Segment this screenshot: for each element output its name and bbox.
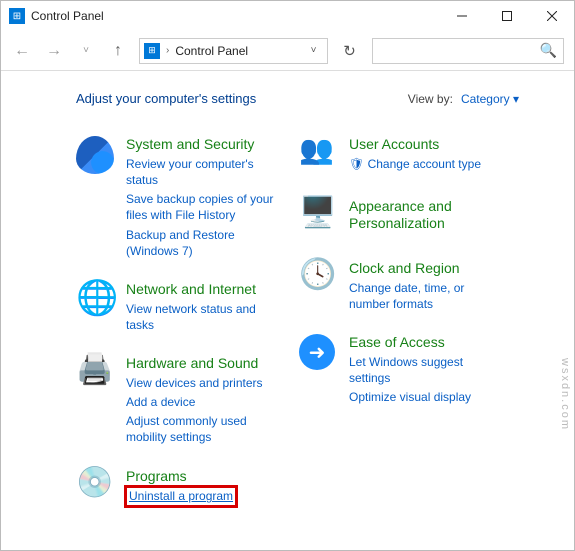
control-panel-small-icon: ⊞ — [144, 43, 160, 59]
view-by-control[interactable]: View by: Category ▾ — [408, 92, 519, 106]
view-by-value[interactable]: Category ▾ — [461, 92, 519, 106]
clock-icon: 🕓 — [299, 260, 339, 300]
category-programs: 💿 Programs Uninstall a program — [76, 468, 281, 508]
system-security-link[interactable]: System and Security — [126, 136, 281, 153]
uninstall-program-link[interactable]: Uninstall a program — [126, 487, 236, 505]
hardware-sound-link[interactable]: Hardware and Sound — [126, 355, 281, 372]
suggest-settings-link[interactable]: Let Windows suggest settings — [349, 354, 504, 386]
search-box[interactable]: 🔍 — [372, 38, 565, 64]
control-panel-icon: ⊞ — [9, 8, 25, 24]
page-heading: Adjust your computer's settings — [76, 91, 256, 106]
address-dropdown-button[interactable]: ˅ — [305, 45, 323, 56]
content-area: Adjust your computer's settings View by:… — [1, 71, 574, 550]
view-devices-link[interactable]: View devices and printers — [126, 375, 281, 391]
appearance-personalization-link[interactable]: Appearance and Personalization — [349, 198, 504, 232]
shield-icon — [76, 136, 116, 176]
programs-link[interactable]: Programs — [126, 468, 236, 485]
category-user-accounts: 👥 User Accounts 🛡 Change account type — [299, 136, 504, 176]
maximize-button[interactable] — [484, 1, 529, 31]
monitor-icon: 🖥️ — [299, 198, 339, 238]
search-icon[interactable]: 🔍 — [540, 42, 557, 59]
window-controls — [439, 1, 574, 31]
titlebar[interactable]: ⊞ Control Panel — [1, 1, 574, 31]
network-internet-link[interactable]: Network and Internet — [126, 281, 281, 298]
category-clock-region: 🕓 Clock and Region Change date, time, or… — [299, 260, 504, 312]
view-by-label: View by: — [408, 92, 453, 106]
network-status-link[interactable]: View network status and tasks — [126, 301, 281, 333]
category-ease-of-access: ➜ Ease of Access Let Windows suggest set… — [299, 334, 504, 405]
forward-button[interactable]: → — [43, 40, 65, 62]
category-system-security: System and Security Review your computer… — [76, 136, 281, 259]
disc-icon: 💿 — [76, 468, 116, 508]
refresh-button[interactable]: ↻ — [338, 39, 362, 63]
recent-locations-button[interactable]: ˅ — [75, 40, 97, 62]
chevron-right-icon: › — [166, 45, 169, 56]
category-hardware-sound: 🖨️ Hardware and Sound View devices and p… — [76, 355, 281, 446]
users-icon: 👥 — [299, 136, 339, 176]
left-column: System and Security Review your computer… — [76, 136, 281, 508]
nav-toolbar: ← → ˅ ↑ ⊞ › Control Panel ˅ ↻ 🔍 — [1, 31, 574, 71]
user-accounts-link[interactable]: User Accounts — [349, 136, 481, 153]
search-input[interactable] — [379, 44, 540, 58]
backup-restore-link[interactable]: Backup and Restore (Windows 7) — [126, 227, 281, 259]
ease-of-access-icon: ➜ — [299, 334, 339, 374]
close-button[interactable] — [529, 1, 574, 31]
category-network-internet: 🌐 Network and Internet View network stat… — [76, 281, 281, 333]
address-bar[interactable]: ⊞ › Control Panel ˅ — [139, 38, 328, 64]
window-title: Control Panel — [31, 9, 439, 23]
file-history-link[interactable]: Save backup copies of your files with Fi… — [126, 191, 281, 223]
optimize-display-link[interactable]: Optimize visual display — [349, 389, 504, 405]
change-account-type-link[interactable]: 🛡 Change account type — [349, 156, 481, 172]
change-date-time-link[interactable]: Change date, time, or number formats — [349, 280, 504, 312]
back-button[interactable]: ← — [11, 40, 33, 62]
breadcrumb[interactable]: Control Panel — [175, 44, 298, 58]
right-column: 👥 User Accounts 🛡 Change account type 🖥️… — [299, 136, 504, 508]
mobility-settings-link[interactable]: Adjust commonly used mobility settings — [126, 413, 281, 445]
category-appearance: 🖥️ Appearance and Personalization — [299, 198, 504, 238]
watermark: wsxdn.com — [559, 358, 571, 431]
minimize-button[interactable] — [439, 1, 484, 31]
printer-icon: 🖨️ — [76, 355, 116, 395]
globe-icon: 🌐 — [76, 281, 116, 321]
window-frame: ⊞ Control Panel ← → ˅ ↑ ⊞ › Control Pane… — [0, 0, 575, 551]
ease-of-access-link[interactable]: Ease of Access — [349, 334, 504, 351]
up-button[interactable]: ↑ — [107, 40, 129, 62]
review-status-link[interactable]: Review your computer's status — [126, 156, 281, 188]
clock-region-link[interactable]: Clock and Region — [349, 260, 504, 277]
add-device-link[interactable]: Add a device — [126, 394, 281, 410]
